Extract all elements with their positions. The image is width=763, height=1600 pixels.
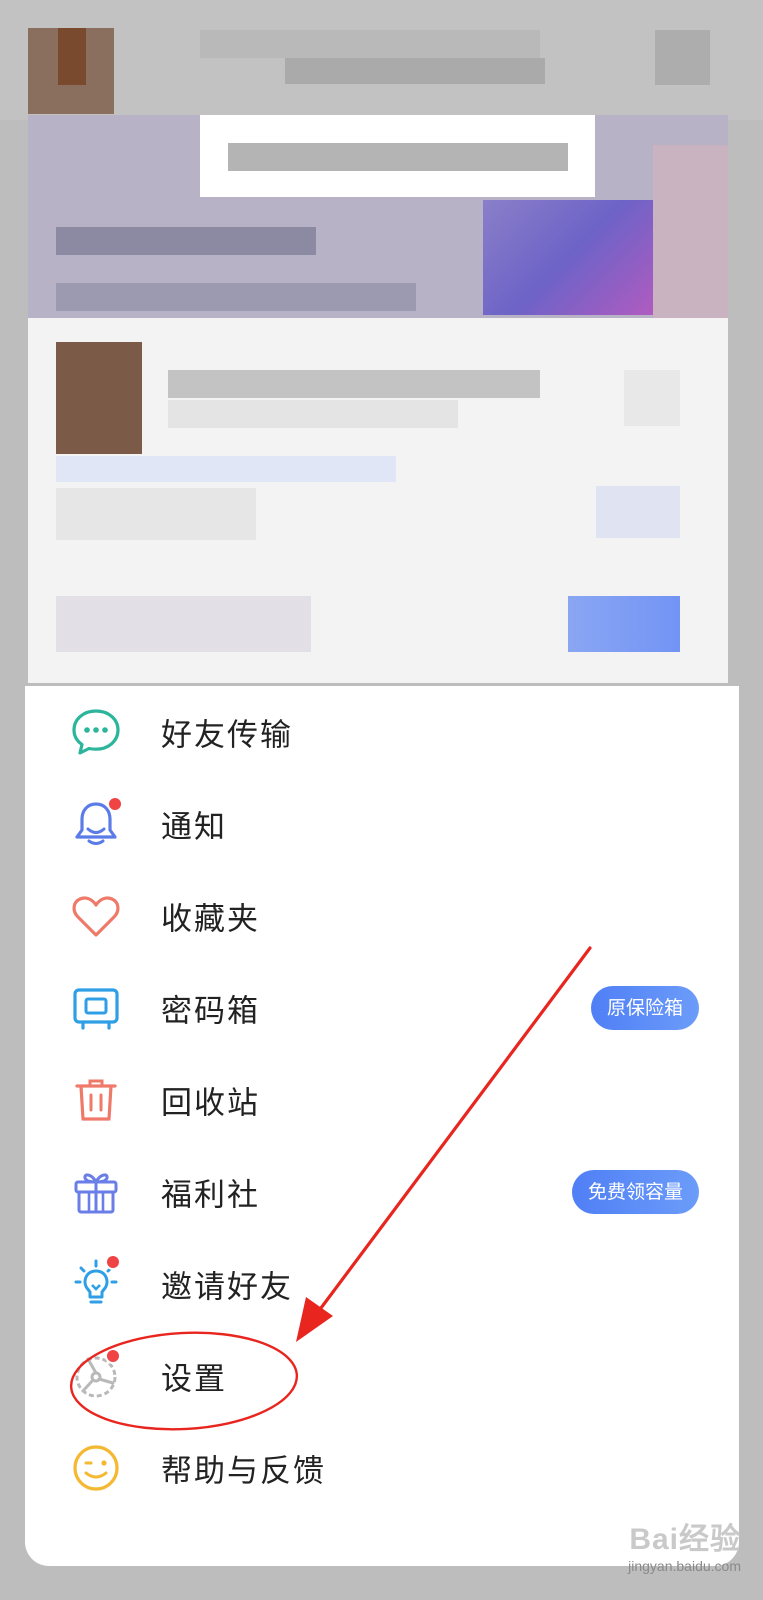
blurred-header-action [655, 30, 710, 85]
blurred-card-button [596, 486, 680, 538]
watermark-logo: Bai经验 [629, 1523, 741, 1556]
blurred-banner-text [56, 227, 316, 255]
blurred-storage-card [28, 318, 728, 683]
menu-item-label: 通知 [161, 809, 227, 846]
menu-item-label: 福利社 [161, 1177, 260, 1214]
menu-item-label: 密码箱 [161, 993, 260, 1030]
menu-item-label: 帮助与反馈 [161, 1453, 326, 1490]
free-storage-badge[interactable]: 免费领容量 [571, 1170, 699, 1214]
baidu-jingyan-watermark: Bai经验 jingyan.baidu.com [628, 1514, 741, 1574]
menu-item-favorites[interactable]: 收藏夹 [25, 870, 739, 962]
blurred-card-avatar [56, 342, 142, 454]
side-menu-sheet: 好友传输 通知 收藏夹 密码箱 原保险箱 回收站 福利社 免费领容量 邀请好友 … [25, 686, 739, 1566]
safe-box-icon [69, 981, 123, 1035]
blurred-card-button [568, 596, 680, 652]
menu-item-label: 收藏夹 [161, 901, 260, 938]
blurred-card-text [56, 596, 311, 652]
blurred-account-info [285, 58, 545, 84]
menu-item-label: 好友传输 [161, 717, 293, 754]
watermark-url: jingyan.baidu.com [628, 1558, 741, 1574]
menu-item-help-feedback[interactable]: 帮助与反馈 [25, 1422, 739, 1514]
menu-item-recycle-bin[interactable]: 回收站 [25, 1054, 739, 1146]
invite-notification-dot [105, 1254, 121, 1270]
notification-dot [107, 796, 123, 812]
menu-item-label: 邀请好友 [161, 1269, 293, 1306]
blurred-card-action [624, 370, 680, 426]
blurred-avatar-patch [58, 28, 86, 85]
blurred-card-title [168, 370, 540, 398]
blurred-banner-edge [653, 145, 728, 320]
menu-item-invite-friends[interactable]: 邀请好友 [25, 1238, 739, 1330]
blurred-progress-bar [56, 456, 396, 482]
blurred-card-text [56, 488, 256, 540]
menu-item-friend-transfer[interactable]: 好友传输 [25, 686, 739, 778]
blurred-card-subtitle [168, 400, 458, 428]
blurred-header [0, 0, 763, 120]
trash-icon [69, 1073, 123, 1127]
menu-item-label: 回收站 [161, 1085, 260, 1122]
menu-item-welfare[interactable]: 福利社 免费领容量 [25, 1146, 739, 1238]
menu-item-password-box[interactable]: 密码箱 原保险箱 [25, 962, 739, 1054]
settings-notification-dot [105, 1348, 121, 1364]
blurred-banner-title [228, 143, 568, 171]
gift-icon [69, 1165, 123, 1219]
heart-icon [69, 889, 123, 943]
menu-item-label: 设置 [161, 1361, 227, 1398]
chat-bubble-icon [69, 705, 123, 759]
menu-item-notifications[interactable]: 通知 [25, 778, 739, 870]
safe-box-badge[interactable]: 原保险箱 [590, 986, 699, 1030]
blurred-banner-text [56, 283, 416, 311]
smiley-icon [69, 1441, 123, 1495]
menu-item-settings[interactable]: 设置 [25, 1330, 739, 1422]
blurred-username [200, 30, 540, 58]
blurred-banner [28, 115, 728, 320]
blurred-banner-graphic [483, 200, 653, 315]
